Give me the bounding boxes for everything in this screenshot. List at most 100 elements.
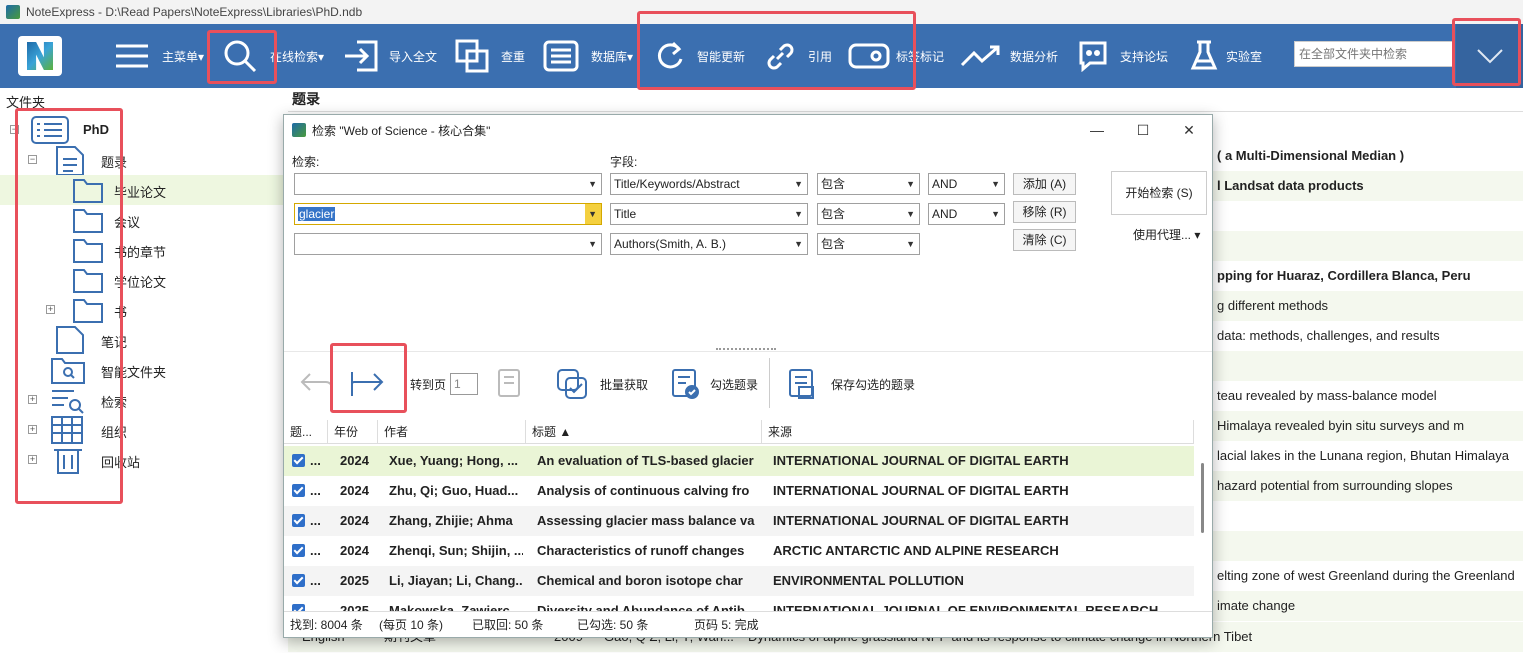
list-item[interactable]: ( a Multi-Dimensional Median ) xyxy=(1213,141,1523,171)
chevron-down-icon: ▼ xyxy=(906,179,915,189)
results-scrollbar[interactable] xyxy=(1198,445,1208,610)
tree-item-organize[interactable]: + 组织 xyxy=(0,415,283,445)
table-row[interactable]: ... 2024 Zhang, Zhijie; Ahma Assessing g… xyxy=(284,506,1194,536)
query-combo-1[interactable]: ▼ xyxy=(294,173,602,195)
lab-button[interactable]: 实验室 xyxy=(1190,24,1262,88)
tree-item-recycle-bin[interactable]: + 回收站 xyxy=(0,445,283,475)
table-row[interactable]: ... 2024 Zhenqi, Sun; Shijin, ... Charac… xyxy=(284,536,1194,566)
tree-item-search[interactable]: + 检索 xyxy=(0,385,283,415)
list-item[interactable]: Himalaya revealed byin situ surveys and … xyxy=(1213,411,1523,441)
query-text: glacier xyxy=(298,207,336,221)
tree-item-phd[interactable]: − PhD xyxy=(0,115,283,145)
list-item[interactable]: hazard potential from surrounding slopes xyxy=(1213,471,1523,501)
import-fulltext-button[interactable]: 导入全文 xyxy=(343,24,437,88)
list-item[interactable]: pping for Huaraz, Cordillera Blanca, Per… xyxy=(1213,261,1523,291)
list-item[interactable]: data: methods, challenges, and results xyxy=(1213,321,1523,351)
fetch-button[interactable] xyxy=(496,368,526,400)
pane-splitter[interactable] xyxy=(716,348,776,350)
main-menu-button[interactable]: 主菜单▾ xyxy=(114,24,204,88)
field-select-2[interactable]: Title ▼ xyxy=(610,203,808,225)
operator-select-1[interactable]: 包含 ▼ xyxy=(817,173,920,195)
query-combo-3[interactable]: ▼ xyxy=(294,233,602,255)
tree-item-thesis[interactable]: 毕业论文 xyxy=(0,175,283,205)
field-select-1[interactable]: Title/Keywords/Abstract ▼ xyxy=(610,173,808,195)
global-search-box[interactable] xyxy=(1294,41,1454,67)
list-item[interactable]: l Landsat data products xyxy=(1213,171,1523,201)
dedupe-button[interactable]: 查重 xyxy=(455,24,525,88)
field-select-3[interactable]: Authors(Smith, A. B.) ▼ xyxy=(610,233,808,255)
clear-button[interactable]: 清除 (C) xyxy=(1013,229,1076,251)
tree-item-notes[interactable]: 笔记 xyxy=(0,325,283,355)
cite-button[interactable]: 引用 xyxy=(764,24,832,88)
remove-row-button[interactable]: 移除 (R) xyxy=(1013,201,1076,223)
tree-item-smart-folder[interactable]: 智能文件夹 xyxy=(0,355,283,385)
list-item[interactable]: teau revealed by mass-balance model xyxy=(1213,381,1523,411)
chevron-down-icon: ▼ xyxy=(991,209,1000,219)
list-item-empty[interactable] xyxy=(1213,231,1523,261)
back-button[interactable] xyxy=(296,368,336,400)
tree-item-dissertation[interactable]: 学位论文 xyxy=(0,265,283,295)
logic-select-2[interactable]: AND ▼ xyxy=(928,203,1005,225)
use-proxy-button[interactable]: 使用代理... ▾ xyxy=(1133,226,1200,243)
tree-item-book-chapter[interactable]: 书的章节 xyxy=(0,235,283,265)
tree-item-conference[interactable]: 会议 xyxy=(0,205,283,235)
tag-icon xyxy=(848,43,890,69)
collapse-toggle[interactable]: − xyxy=(10,125,19,134)
table-row[interactable]: ... 2025 Makowska, Zawierc... Diversity … xyxy=(284,596,1194,611)
expand-toggle[interactable]: + xyxy=(28,425,37,434)
row-marker: ... xyxy=(310,573,321,588)
data-analysis-button[interactable]: 数据分析 xyxy=(960,24,1058,88)
col-header-author[interactable]: 作者 xyxy=(378,420,526,444)
col-header-source[interactable]: 来源 xyxy=(762,420,1194,444)
col-header-type[interactable]: 题... xyxy=(284,420,328,444)
scrollbar-thumb[interactable] xyxy=(1201,463,1204,533)
logic-select-1[interactable]: AND ▼ xyxy=(928,173,1005,195)
list-item[interactable]: lacial lakes in the Lunana region, Bhuta… xyxy=(1213,441,1523,471)
col-header-year[interactable]: 年份 xyxy=(328,420,378,444)
cell-title: Chemical and boron isotope char xyxy=(537,573,743,588)
list-item[interactable]: imate change xyxy=(1213,591,1523,621)
batch-get-button[interactable]: 批量获取 xyxy=(556,368,648,400)
list-item-empty[interactable] xyxy=(1213,351,1523,381)
forward-button[interactable] xyxy=(348,368,388,400)
expand-toggle[interactable]: + xyxy=(28,455,37,464)
tree-item-book[interactable]: + 书 xyxy=(0,295,283,325)
global-search-input[interactable] xyxy=(1295,42,1453,66)
query-combo-2[interactable]: glacier ▼ xyxy=(294,203,602,225)
app-icon xyxy=(6,5,20,19)
support-forum-button[interactable]: 支持论坛 xyxy=(1078,24,1168,88)
list-item[interactable]: g different methods xyxy=(1213,291,1523,321)
list-item-empty[interactable] xyxy=(1213,201,1523,231)
minimize-button[interactable]: — xyxy=(1074,115,1120,145)
database-button[interactable]: 数据库▾ xyxy=(543,24,633,88)
expand-toggle[interactable]: + xyxy=(46,305,55,314)
tag-button[interactable]: 标签标记 xyxy=(848,24,944,88)
table-row[interactable]: ... 2024 Zhu, Qi; Guo, Huad... Analysis … xyxy=(284,476,1194,506)
table-row[interactable]: ... 2025 Li, Jiayan; Li, Chang... Chemic… xyxy=(284,566,1194,596)
cell-year: 2024 xyxy=(340,483,369,498)
tree-label-phd: PhD xyxy=(83,122,109,137)
toolbar-dropdown-button[interactable] xyxy=(1456,24,1523,88)
close-button[interactable]: ✕ xyxy=(1166,115,1212,145)
online-search-button[interactable]: 在线检索▾ xyxy=(222,24,324,88)
maximize-button[interactable]: ☐ xyxy=(1120,115,1166,145)
page-number-input[interactable] xyxy=(450,373,479,395)
list-item-empty[interactable] xyxy=(1213,531,1523,561)
operator-select-3[interactable]: 包含 ▼ xyxy=(817,233,920,255)
cell-year: 2024 xyxy=(340,543,369,558)
add-row-button[interactable]: 添加 (A) xyxy=(1013,173,1076,195)
operator-select-2[interactable]: 包含 ▼ xyxy=(817,203,920,225)
col-header-title[interactable]: 标题 ▲ xyxy=(526,420,762,444)
expand-toggle[interactable]: + xyxy=(28,395,37,404)
results-toolbar: 转到页 批量获取 勾选题录 保存勾选的题录 xyxy=(284,351,1212,415)
select-items-button[interactable]: 勾选题录 xyxy=(670,368,758,400)
status-checked: 已勾选: 50 条 xyxy=(577,618,649,632)
table-row[interactable]: ... 2024 Xue, Yuang; Hong, ... An evalua… xyxy=(284,446,1194,476)
list-item-empty[interactable] xyxy=(1213,501,1523,531)
save-checked-button[interactable]: 保存勾选的题录 xyxy=(787,368,915,400)
list-item[interactable]: elting zone of west Greenland during the… xyxy=(1213,561,1523,591)
collapse-toggle[interactable]: − xyxy=(28,155,37,164)
start-search-button[interactable]: 开始检索 (S) xyxy=(1111,171,1207,215)
tree-item-records[interactable]: − 题录 xyxy=(0,145,283,176)
smart-update-button[interactable]: 智能更新 xyxy=(655,24,745,88)
